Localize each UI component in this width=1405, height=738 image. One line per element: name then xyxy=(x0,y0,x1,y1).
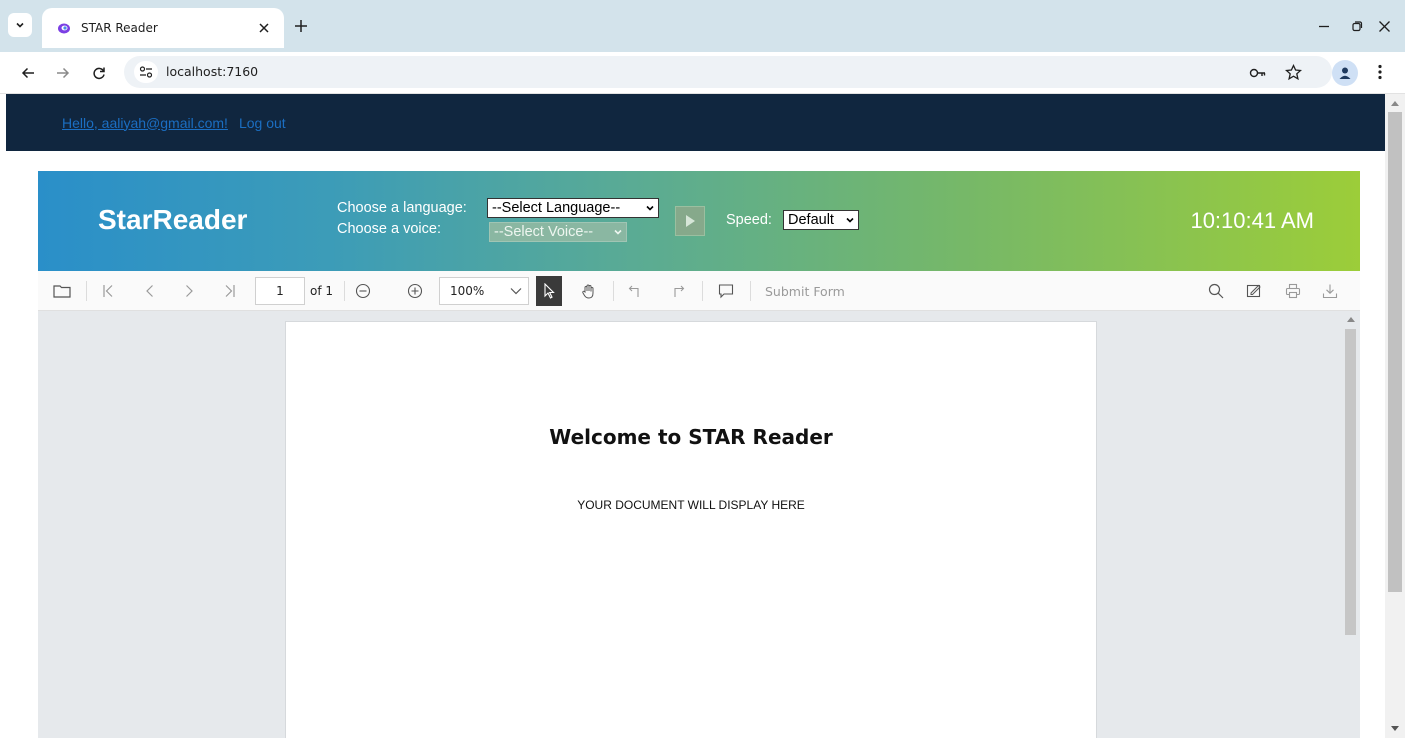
voice-select-value: --Select Voice-- xyxy=(494,224,594,240)
star-reader-favicon xyxy=(58,23,70,34)
page-scrollbar-thumb[interactable] xyxy=(1388,112,1402,592)
pdf-scrollbar-thumb[interactable] xyxy=(1345,329,1356,635)
plus-icon[interactable] xyxy=(289,14,313,38)
speed-select-value: Default xyxy=(788,212,834,228)
reload-icon[interactable] xyxy=(87,61,111,85)
text-select-icon xyxy=(544,283,555,299)
zoom-in-icon[interactable] xyxy=(403,279,427,303)
first-page-icon[interactable] xyxy=(96,279,120,303)
annotation-icon[interactable] xyxy=(1242,279,1266,303)
speed-label: Speed: xyxy=(726,212,772,228)
pan-hand-icon[interactable] xyxy=(577,279,601,303)
chevron-down-icon xyxy=(846,217,854,223)
comment-icon[interactable] xyxy=(714,279,738,303)
voice-select[interactable]: --Select Voice-- xyxy=(489,222,627,242)
browser-tab-strip: STAR Reader xyxy=(0,0,1405,52)
document-title: Welcome to STAR Reader xyxy=(549,425,833,449)
submit-form-button[interactable]: Submit Form xyxy=(765,284,845,299)
scroll-down-arrow-icon[interactable] xyxy=(1391,726,1399,732)
tab-title: STAR Reader xyxy=(81,21,158,35)
close-icon[interactable] xyxy=(252,16,276,40)
toolbar-divider xyxy=(702,281,703,301)
last-page-icon[interactable] xyxy=(218,279,242,303)
speed-select[interactable]: Default xyxy=(783,210,859,230)
reader-header: StarReader Choose a language: --Select L… xyxy=(38,171,1360,271)
close-window-icon[interactable] xyxy=(1372,14,1396,38)
profile-icon[interactable] xyxy=(1332,60,1358,86)
play-button[interactable] xyxy=(675,206,705,236)
brand-title: StarReader xyxy=(98,204,248,235)
pdf-toolbar: 1 of 1 100% Submit Form xyxy=(38,271,1360,311)
bookmark-star-icon[interactable] xyxy=(1282,61,1304,83)
browser-tab-active[interactable]: STAR Reader xyxy=(42,8,284,48)
clock: 10:10:41 AM xyxy=(1190,208,1314,233)
language-select[interactable]: --Select Language-- xyxy=(487,198,659,218)
undo-icon[interactable] xyxy=(624,279,648,303)
play-icon xyxy=(686,215,695,227)
back-icon[interactable] xyxy=(16,61,40,85)
password-key-icon[interactable] xyxy=(1247,62,1269,84)
browser-toolbar: localhost:7160 xyxy=(0,52,1405,94)
next-page-icon[interactable] xyxy=(177,279,201,303)
minimize-icon[interactable] xyxy=(1312,14,1336,38)
zoom-out-icon[interactable] xyxy=(351,279,375,303)
logout-link[interactable]: Log out xyxy=(239,115,286,131)
toolbar-divider xyxy=(86,281,87,301)
pdf-viewer-area: Welcome to STAR Reader YOUR DOCUMENT WIL… xyxy=(38,311,1360,738)
toolbar-divider xyxy=(750,281,751,301)
chevron-down-icon xyxy=(646,205,654,211)
document-placeholder-text: YOUR DOCUMENT WILL DISPLAY HERE xyxy=(577,498,805,512)
print-icon[interactable] xyxy=(1281,279,1305,303)
chevron-down-icon xyxy=(510,288,522,295)
page-viewport: Hello, aaliyah@gmail.com! Log out StarRe… xyxy=(0,94,1385,738)
site-info-icon[interactable] xyxy=(134,61,158,83)
more-menu-icon[interactable] xyxy=(1369,61,1391,83)
toolbar-divider xyxy=(344,281,345,301)
language-label: Choose a language: xyxy=(337,200,467,216)
open-file-icon[interactable] xyxy=(50,279,74,303)
chevron-down-icon xyxy=(16,22,24,28)
user-greeting-link[interactable]: Hello, aaliyah@gmail.com! xyxy=(62,115,228,131)
zoom-select[interactable]: 100% xyxy=(439,277,529,305)
page-scrollbar[interactable] xyxy=(1385,94,1405,738)
previous-page-icon[interactable] xyxy=(138,279,162,303)
url-text: localhost:7160 xyxy=(166,64,259,79)
download-icon[interactable] xyxy=(1318,279,1342,303)
search-icon[interactable] xyxy=(1204,279,1228,303)
address-bar[interactable]: localhost:7160 xyxy=(124,56,1332,88)
page-number-input[interactable]: 1 xyxy=(255,277,305,305)
toolbar-divider xyxy=(613,281,614,301)
forward-icon[interactable] xyxy=(51,61,75,85)
redo-icon[interactable] xyxy=(665,279,689,303)
top-navbar: Hello, aaliyah@gmail.com! Log out xyxy=(6,94,1385,151)
chevron-down-icon xyxy=(614,229,622,235)
scroll-up-arrow-icon[interactable] xyxy=(1391,100,1399,106)
restore-icon[interactable] xyxy=(1345,14,1369,38)
tab-search-button[interactable] xyxy=(8,13,32,37)
text-select-tool-button[interactable] xyxy=(536,276,562,306)
pdf-page: Welcome to STAR Reader YOUR DOCUMENT WIL… xyxy=(285,321,1097,738)
language-select-value: --Select Language-- xyxy=(492,200,621,216)
voice-label: Choose a voice: xyxy=(337,221,441,237)
pdf-scrollbar[interactable] xyxy=(1343,311,1360,738)
zoom-value: 100% xyxy=(450,284,485,298)
page-count-label: of 1 xyxy=(310,284,334,298)
scroll-up-arrow-icon[interactable] xyxy=(1347,316,1355,322)
